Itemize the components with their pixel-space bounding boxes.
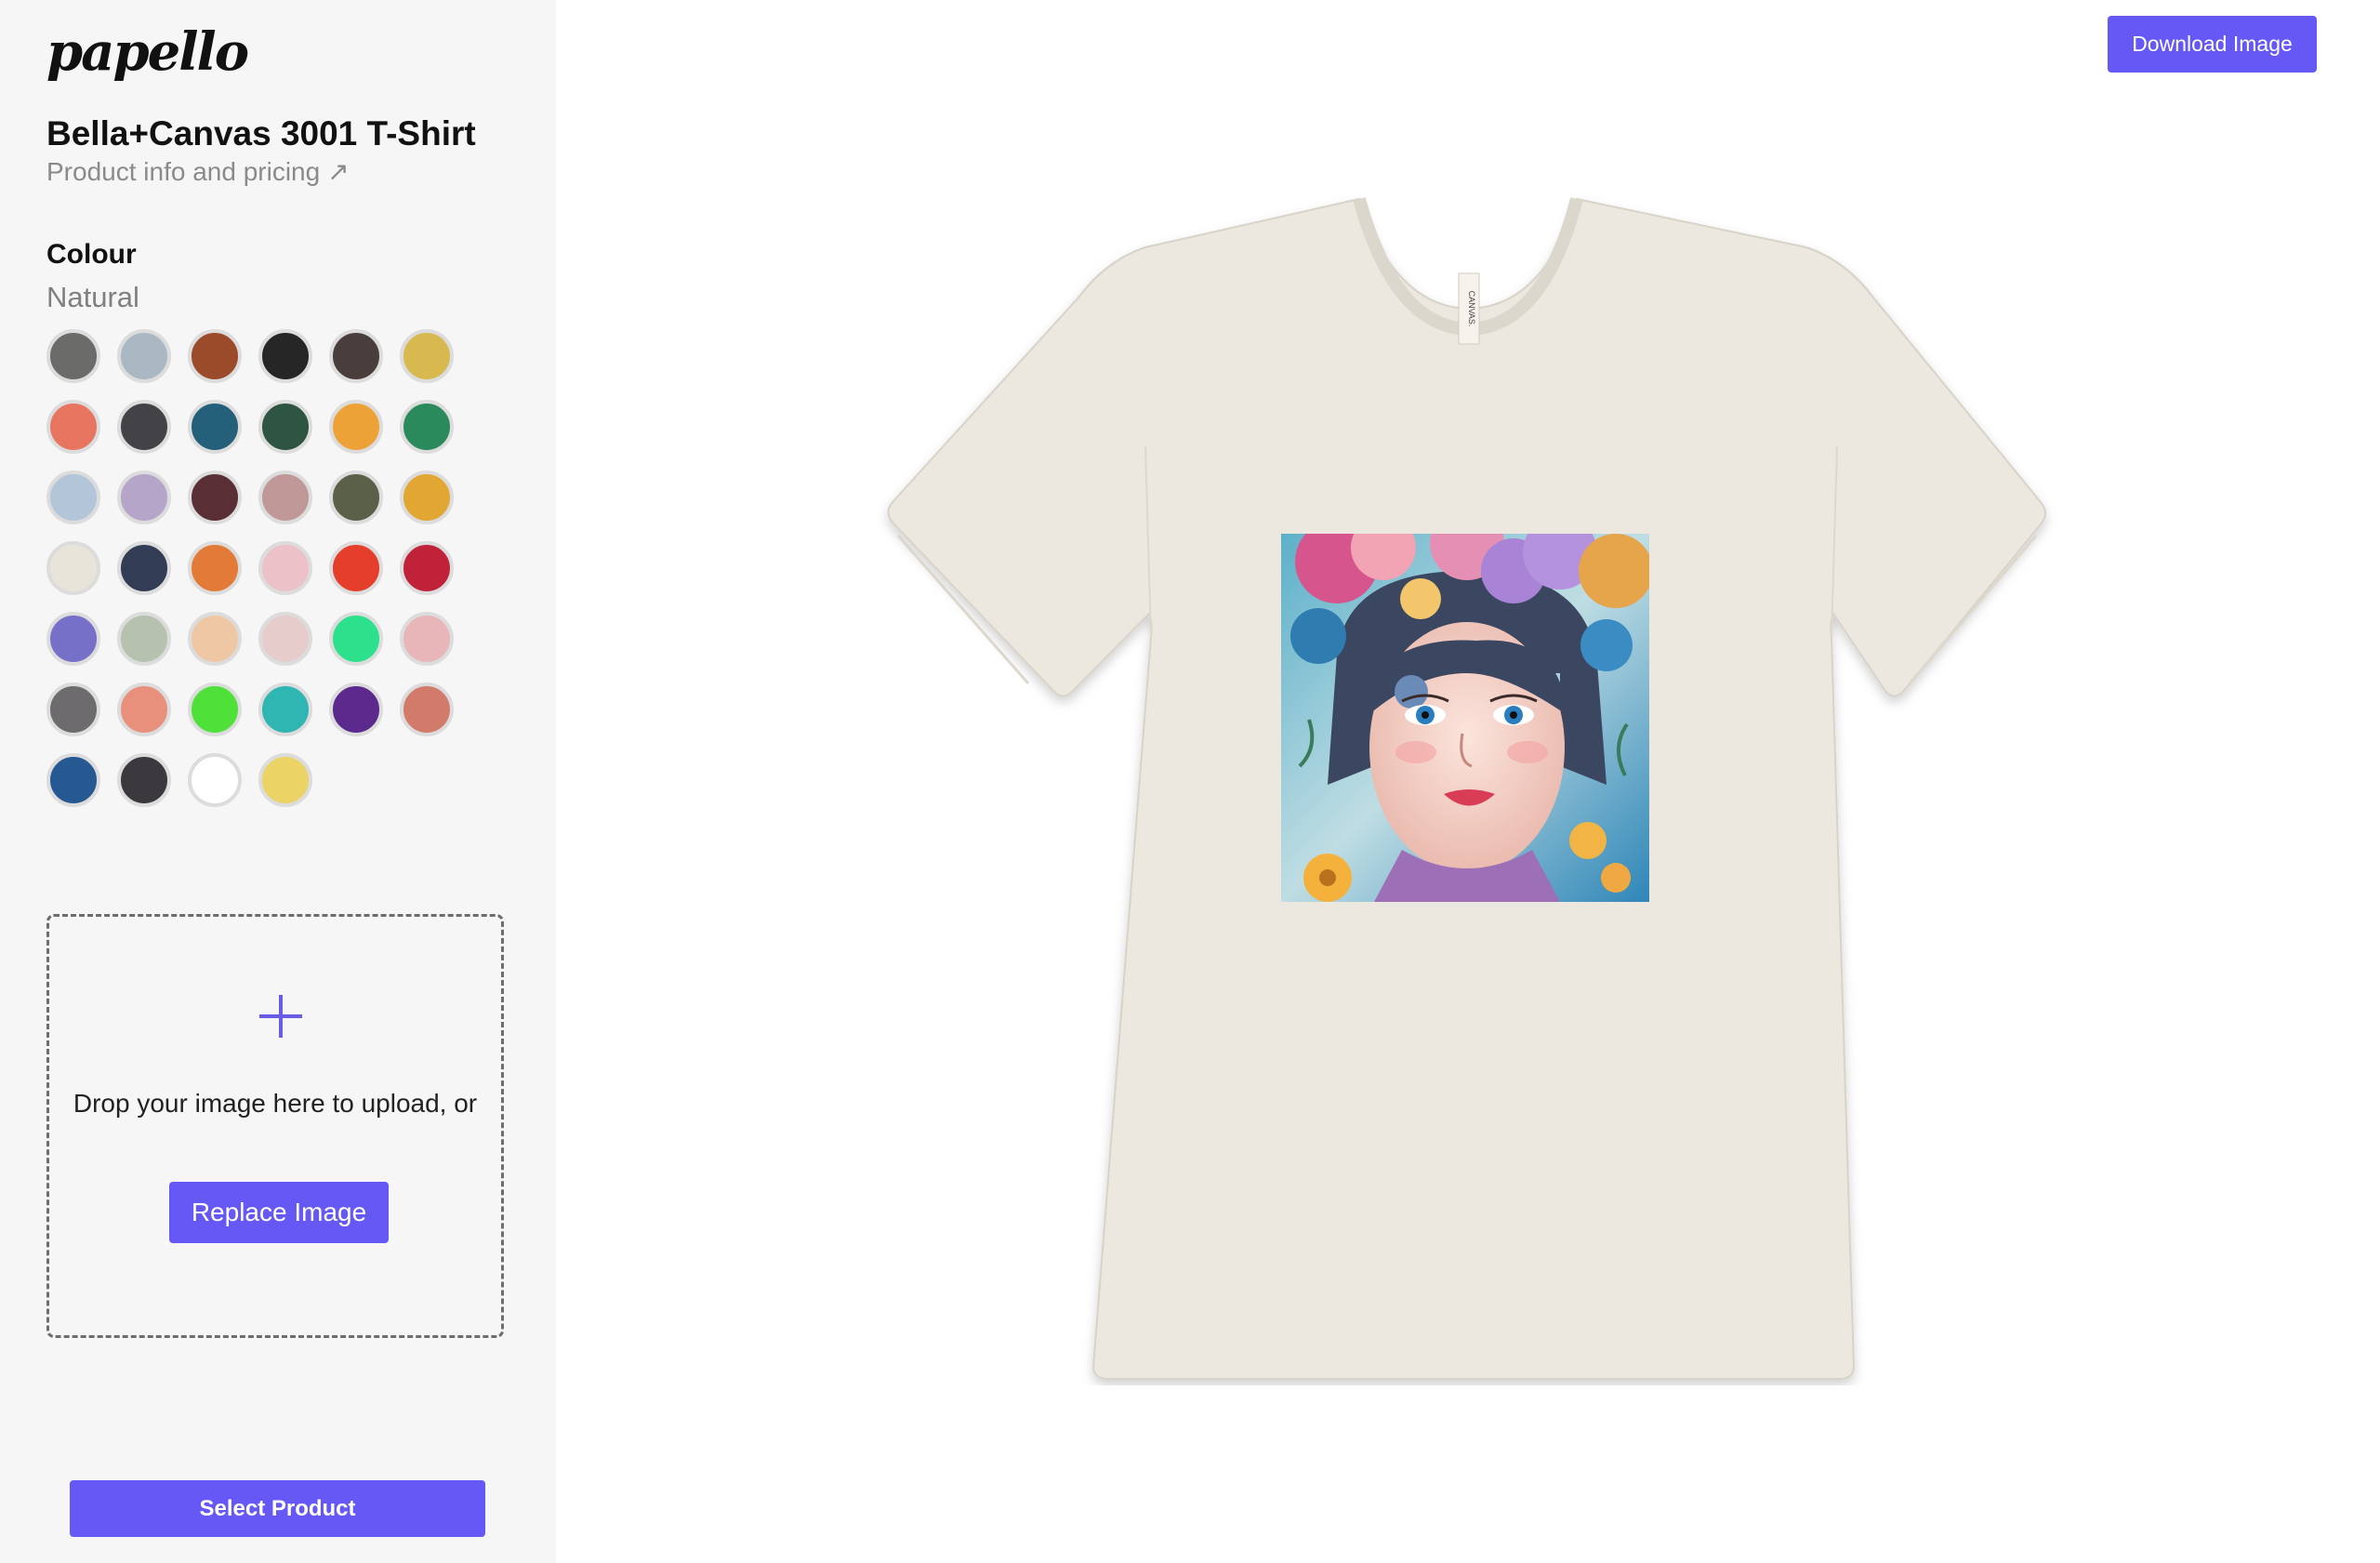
colour-swatch[interactable]	[188, 470, 242, 524]
colour-swatch[interactable]	[117, 682, 171, 736]
colour-swatch[interactable]	[400, 470, 454, 524]
colour-swatch[interactable]	[400, 400, 454, 454]
colour-swatch[interactable]	[258, 400, 312, 454]
colour-swatch[interactable]	[258, 753, 312, 807]
colour-swatch[interactable]	[400, 682, 454, 736]
colour-swatch[interactable]	[400, 541, 454, 595]
colour-swatch[interactable]	[258, 682, 312, 736]
selected-colour-name: Natural	[46, 281, 139, 313]
select-product-button[interactable]: Select Product	[70, 1480, 485, 1537]
colour-swatch[interactable]	[188, 541, 242, 595]
papello-logo[interactable]: papello	[46, 26, 249, 78]
colour-swatch-grid	[46, 329, 454, 807]
colour-swatch[interactable]	[329, 541, 383, 595]
colour-swatch[interactable]	[117, 400, 171, 454]
colour-swatch[interactable]	[188, 753, 242, 807]
neck-label: CANVAS.	[1467, 291, 1476, 327]
colour-swatch[interactable]	[329, 329, 383, 383]
colour-swatch[interactable]	[258, 470, 312, 524]
colour-swatch[interactable]	[258, 541, 312, 595]
colour-swatch[interactable]	[117, 470, 171, 524]
product-title: Bella+Canvas 3001 T-Shirt	[46, 114, 476, 152]
replace-image-button[interactable]: Replace Image	[169, 1182, 389, 1243]
image-dropzone[interactable]: Drop your image here to upload, or Repla…	[46, 914, 504, 1338]
colour-swatch[interactable]	[46, 753, 100, 807]
colour-swatch[interactable]	[46, 470, 100, 524]
colour-swatch[interactable]	[117, 612, 171, 666]
colour-swatch[interactable]	[329, 470, 383, 524]
sidebar: papello Bella+Canvas 3001 T-Shirt Produc…	[0, 0, 556, 1563]
colour-swatch[interactable]	[188, 400, 242, 454]
colour-swatch[interactable]	[188, 612, 242, 666]
colour-swatch[interactable]	[46, 400, 100, 454]
colour-swatch[interactable]	[46, 329, 100, 383]
plus-icon	[259, 995, 302, 1038]
colour-swatch[interactable]	[117, 329, 171, 383]
colour-swatch[interactable]	[117, 753, 171, 807]
colour-swatch[interactable]	[188, 682, 242, 736]
product-info-link[interactable]: Product info and pricing ↗	[46, 156, 349, 188]
colour-swatch[interactable]	[258, 329, 312, 383]
colour-swatch[interactable]	[258, 612, 312, 666]
colour-swatch[interactable]	[188, 329, 242, 383]
download-image-button[interactable]: Download Image	[2108, 16, 2317, 73]
tshirt-mockup: CANVAS.	[874, 186, 2064, 1385]
colour-swatch[interactable]	[329, 682, 383, 736]
colour-swatch[interactable]	[329, 400, 383, 454]
uploaded-artwork	[1281, 534, 1649, 902]
colour-swatch[interactable]	[400, 612, 454, 666]
colour-label: Colour	[46, 239, 137, 270]
colour-swatch[interactable]	[46, 682, 100, 736]
dropzone-text: Drop your image here to upload, or	[73, 1089, 478, 1118]
colour-swatch[interactable]	[329, 612, 383, 666]
colour-swatch[interactable]	[46, 612, 100, 666]
colour-swatch[interactable]	[46, 541, 100, 595]
artwork-image	[1281, 534, 1649, 902]
colour-swatch[interactable]	[400, 329, 454, 383]
colour-swatch[interactable]	[117, 541, 171, 595]
